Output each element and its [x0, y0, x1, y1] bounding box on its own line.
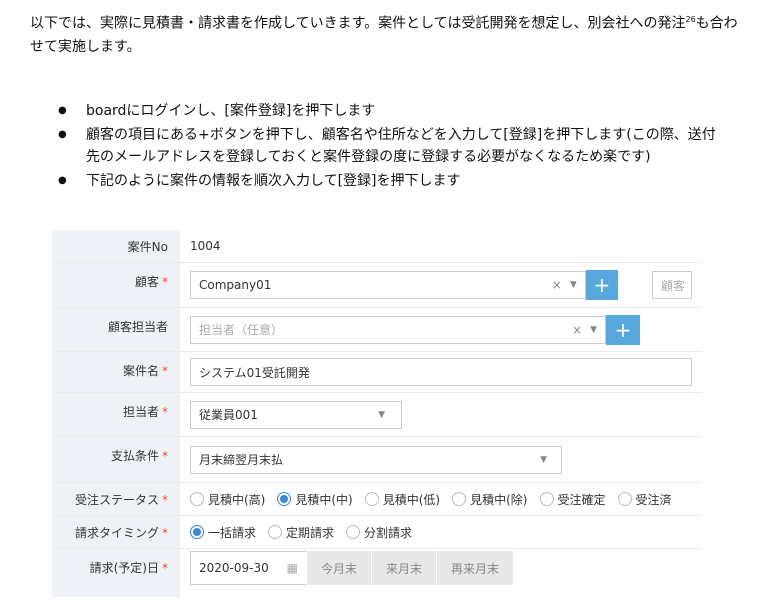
- radio-circle-icon[interactable]: [452, 492, 467, 506]
- required-mark: *: [162, 275, 168, 289]
- list-item: boardにログインし、[案件登録]を押下します: [58, 100, 728, 122]
- row-status: 受注ステータス * 見積中(高) 見積中(中) 見積中(低) 見積中(除) 受注確定 受注済: [52, 483, 702, 516]
- row-contact: 顧客担当者 担当者（任意） × ▼ +: [52, 308, 702, 352]
- radio-label: 見積中(低): [382, 492, 441, 507]
- customer-value: Company01: [199, 278, 272, 292]
- chevron-down-icon[interactable]: ▼: [590, 325, 597, 335]
- label: 顧客担当者: [52, 308, 180, 351]
- radio-label: 一括請求: [208, 525, 257, 540]
- radio-label: 受注済: [635, 492, 672, 507]
- label: 顧客 *: [52, 263, 180, 307]
- radio-circle-icon[interactable]: [268, 525, 283, 539]
- steps-list: boardにログインし、[案件登録]を押下します 顧客の項目にある+ボタンを押下…: [58, 100, 728, 194]
- intro-paragraph: 以下では、実際に見積書・請求書を作成していきます。案件としては受託開発を想定し、…: [30, 8, 750, 59]
- status-radio[interactable]: 受注済: [617, 491, 672, 508]
- contact-select[interactable]: 担当者（任意） × ▼: [190, 315, 606, 344]
- radio-circle-icon[interactable]: [539, 492, 554, 506]
- status-radio[interactable]: 見積中(低): [364, 491, 441, 508]
- label-text: 顧客: [134, 275, 159, 289]
- customer-extra-input[interactable]: 顧客: [652, 271, 692, 299]
- radio-label: 分割請求: [364, 525, 413, 540]
- status-radio[interactable]: 受注確定: [539, 491, 606, 508]
- label-text: 案件No: [127, 240, 168, 254]
- required-mark: *: [162, 526, 168, 540]
- row-case-name: 案件名 * システム01受託開発: [52, 352, 702, 393]
- intro-text: 以下では、実際に見積書・請求書を作成していきます。案件としては受託開発を想定し、…: [30, 15, 686, 32]
- label-text: 案件名: [122, 364, 159, 378]
- label-text: 請求タイミング: [74, 526, 159, 540]
- clear-icon[interactable]: ×: [572, 323, 582, 337]
- status-radio[interactable]: 見積中(中): [277, 491, 353, 508]
- radio-circle-icon[interactable]: [617, 492, 632, 506]
- footnote-ref[interactable]: 26: [685, 15, 695, 24]
- next-month-end-button[interactable]: 来月末: [371, 551, 437, 585]
- required-mark: *: [162, 493, 168, 507]
- label: 請求タイミング *: [52, 516, 180, 548]
- case-name-input[interactable]: システム01受託開発: [190, 358, 692, 386]
- row-billing-date: 請求(予定)日 * 2020-09-30 ▦ 今月末 来月末 再来月末: [52, 549, 702, 597]
- month-after-next-end-button[interactable]: 再来月末: [436, 551, 514, 585]
- list-item: 下記のように案件の情報を順次入力して[登録]を押下します: [58, 170, 728, 192]
- radio-label: 見積中(除): [470, 492, 528, 507]
- label: 請求(予定)日 *: [52, 549, 180, 597]
- row-owner: 担当者 * 従業員001 ▼: [52, 393, 702, 437]
- label: 案件No: [52, 230, 180, 262]
- add-customer-button[interactable]: +: [585, 270, 618, 300]
- billing-date-input[interactable]: 2020-09-30 ▦: [190, 551, 306, 585]
- label: 担当者 *: [52, 393, 180, 436]
- chevron-down-icon[interactable]: ▼: [570, 280, 577, 290]
- chevron-down-icon[interactable]: ▼: [378, 410, 385, 420]
- timing-radio[interactable]: 一括請求: [190, 524, 256, 541]
- radio-circle-icon[interactable]: [346, 525, 361, 539]
- date-value: 2020-09-30: [199, 561, 269, 575]
- timing-radio[interactable]: 分割請求: [346, 524, 412, 541]
- row-case-no: 案件No 1004: [52, 230, 702, 263]
- calendar-icon[interactable]: ▦: [287, 561, 298, 575]
- customer-select[interactable]: Company01 × ▼: [190, 271, 586, 299]
- label-text: 顧客担当者: [107, 320, 168, 334]
- label-text: 担当者: [122, 405, 159, 419]
- contact-placeholder: 担当者（任意）: [199, 323, 284, 337]
- status-radio[interactable]: 見積中(高): [190, 491, 265, 508]
- row-payment: 支払条件 * 月末締翌月末払 ▼: [52, 437, 702, 483]
- radio-label: 受注確定: [557, 492, 606, 507]
- radio-circle-icon[interactable]: [277, 492, 292, 506]
- this-month-end-button[interactable]: 今月末: [306, 551, 372, 585]
- owner-select[interactable]: 従業員001 ▼: [190, 400, 402, 429]
- radio-circle-icon[interactable]: [190, 525, 204, 539]
- list-item: 顧客の項目にある+ボタンを押下し、顧客名や住所などを入力して[登録]を押下します…: [58, 124, 728, 168]
- required-mark: *: [162, 449, 168, 463]
- label-text: 支払条件: [110, 449, 159, 463]
- owner-value: 従業員001: [199, 408, 258, 422]
- label: 支払条件 *: [52, 437, 180, 482]
- row-billing-timing: 請求タイミング * 一括請求 定期請求 分割請求: [52, 516, 702, 549]
- payment-value: 月末締翌月末払: [199, 453, 284, 467]
- add-contact-button[interactable]: +: [606, 314, 640, 345]
- status-radio[interactable]: 見積中(除): [452, 491, 528, 508]
- label: 受注ステータス *: [52, 483, 180, 515]
- payment-select[interactable]: 月末締翌月末払 ▼: [190, 445, 562, 474]
- case-form: 案件No 1004 顧客 * Company01 × ▼ + 顧客 顧客担当者 担当者（任…: [52, 230, 702, 597]
- chevron-down-icon[interactable]: ▼: [540, 455, 547, 465]
- radio-label: 定期請求: [286, 525, 335, 540]
- row-customer: 顧客 * Company01 × ▼ + 顧客: [52, 263, 702, 308]
- label-text: 受注ステータス: [74, 493, 159, 507]
- timing-radio[interactable]: 定期請求: [268, 524, 334, 541]
- required-mark: *: [162, 561, 168, 575]
- clear-icon[interactable]: ×: [552, 278, 562, 292]
- label-text: 請求(予定)日: [89, 561, 159, 575]
- case-no-value: 1004: [190, 239, 221, 253]
- radio-label: 見積中(高): [208, 492, 266, 507]
- required-mark: *: [162, 364, 168, 378]
- radio-circle-icon[interactable]: [364, 492, 379, 506]
- required-mark: *: [162, 405, 168, 419]
- radio-label: 見積中(中): [295, 492, 353, 507]
- label: 案件名 *: [52, 352, 180, 392]
- radio-circle-icon[interactable]: [190, 492, 204, 506]
